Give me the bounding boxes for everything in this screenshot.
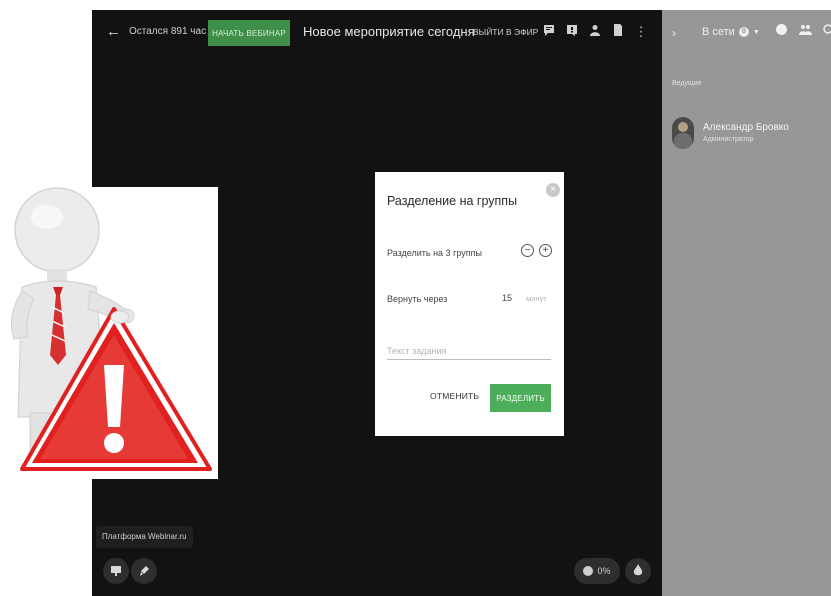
host-name[interactable]: Александр Бровко <box>703 122 789 133</box>
warning-sign-figure-icon <box>10 187 212 471</box>
hosts-heading: Ведущие <box>672 80 702 87</box>
draw-button[interactable] <box>131 558 157 584</box>
participants-sidebar: › В сети 0 ▼ Ведущие Александр Бровко Ад… <box>662 10 831 596</box>
online-label: В сети <box>702 26 735 38</box>
start-webinar-button[interactable]: НАЧАТЬ ВЕБИНАР <box>208 20 290 46</box>
file-icon[interactable] <box>610 23 626 41</box>
chevron-right-icon[interactable]: › <box>672 26 676 40</box>
host-role: Администратор <box>703 136 754 143</box>
warning-illustration <box>0 187 218 479</box>
more-vertical-icon[interactable]: ⋮ <box>633 23 649 41</box>
info-icon[interactable] <box>776 24 787 38</box>
return-after-label: Вернуть через <box>387 294 448 304</box>
cancel-button[interactable]: ОТМЕНИТЬ <box>430 391 479 401</box>
caret-down-icon: ▼ <box>752 28 760 36</box>
flame-icon <box>633 564 643 576</box>
event-title: Новое мероприятие сегодня <box>303 24 475 39</box>
questions-icon[interactable] <box>564 23 580 41</box>
time-left-label: Остался 891 час <box>129 26 207 37</box>
group-users-icon[interactable] <box>799 24 812 38</box>
brush-icon <box>140 566 149 576</box>
top-bar: ← Остался 891 час НАЧАТЬ ВЕБИНАР Новое м… <box>92 10 662 56</box>
split-button[interactable]: РАЗДЕЛИТЬ <box>490 384 551 412</box>
flame-button[interactable] <box>625 558 651 584</box>
user-icon[interactable] <box>587 23 603 41</box>
search-icon[interactable] <box>822 24 831 38</box>
close-icon[interactable]: × <box>546 183 560 197</box>
avatar <box>672 117 694 149</box>
screen-share-button[interactable] <box>103 558 129 584</box>
group-count-label: Разделить на 3 группы <box>387 248 482 258</box>
decrease-groups-button[interactable]: − <box>521 244 534 257</box>
go-live-button[interactable]: ВЫЙТИ В ЭФИР <box>473 27 538 37</box>
gauge-icon <box>583 566 594 576</box>
chat-icon[interactable] <box>541 23 557 41</box>
progress-label: 0% <box>597 566 611 576</box>
return-minutes-input[interactable]: 15 <box>502 293 512 303</box>
minutes-unit-label: минут <box>526 294 547 303</box>
online-count-badge: 0 <box>738 27 749 37</box>
presentation-icon <box>111 566 121 576</box>
platform-label: Платформа Webinar.ru <box>96 526 193 548</box>
online-filter[interactable]: В сети 0 ▼ <box>702 26 760 38</box>
progress-indicator[interactable]: 0% <box>574 558 620 584</box>
dialog-title: Разделение на группы <box>387 194 518 208</box>
breakout-groups-dialog: × Разделение на группы Разделить на 3 гр… <box>375 172 564 436</box>
back-arrow-icon[interactable]: ← <box>106 24 122 40</box>
task-text-input[interactable] <box>387 342 551 360</box>
increase-groups-button[interactable]: + <box>539 244 552 257</box>
